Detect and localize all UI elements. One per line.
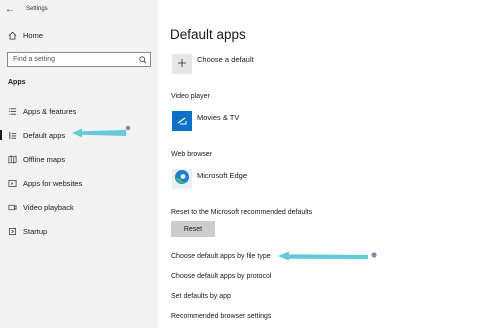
annotation-arrow-file-type bbox=[278, 251, 377, 261]
annotation-overlay bbox=[72, 125, 377, 261]
annotation-arrow-default-apps bbox=[72, 125, 131, 138]
